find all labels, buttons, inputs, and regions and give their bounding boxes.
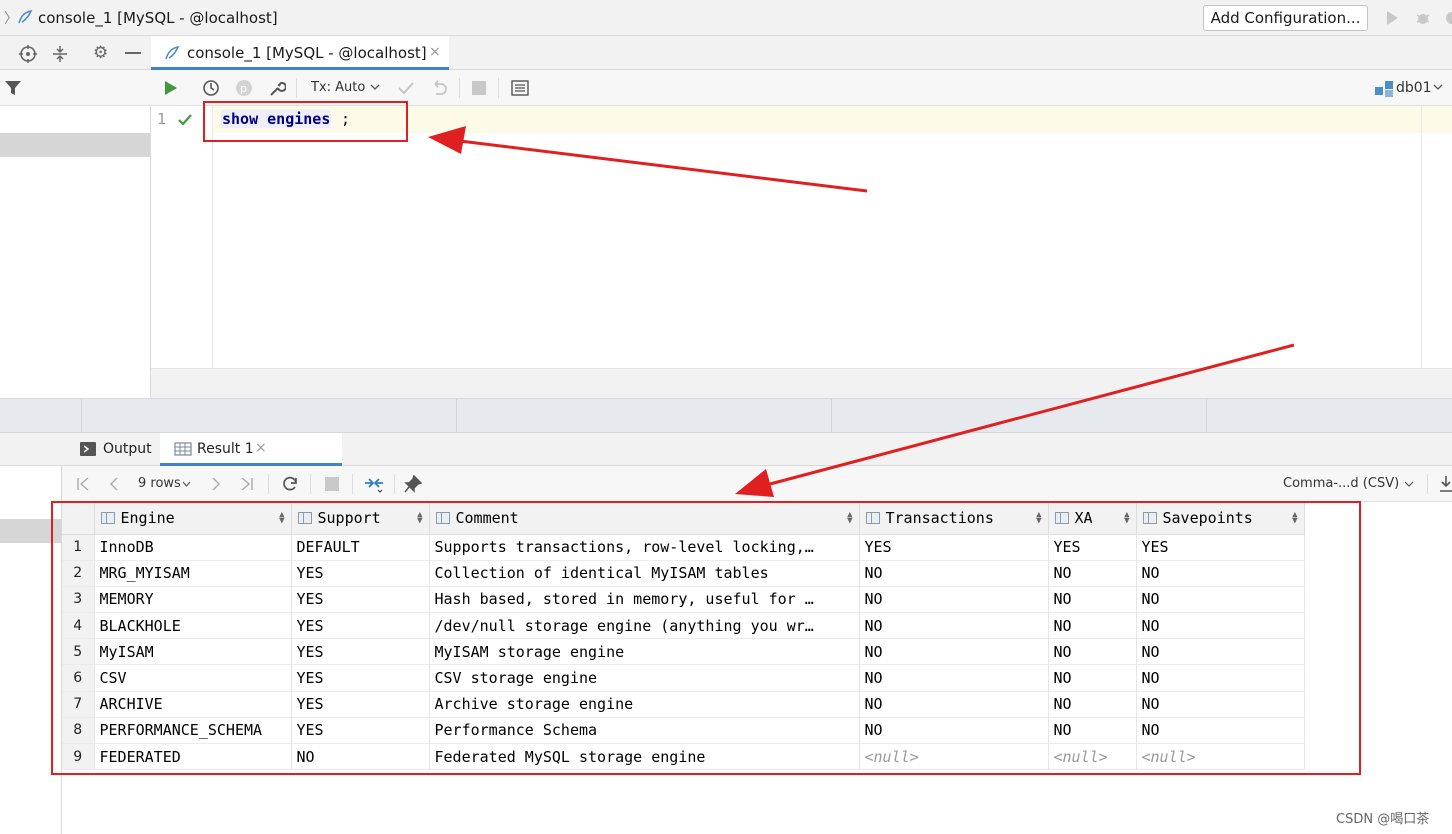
- explain-plan-icon[interactable]: p: [235, 79, 253, 97]
- line-number: 1: [157, 110, 167, 128]
- row-count[interactable]: 9 rows: [138, 476, 181, 491]
- tree-selected-row[interactable]: [0, 133, 150, 157]
- last-page-icon[interactable]: [240, 477, 254, 491]
- minimize-icon[interactable]: [125, 52, 143, 55]
- table-icon: [174, 442, 192, 456]
- gear-icon[interactable]: ⚙: [93, 43, 108, 63]
- svg-text:p: p: [240, 82, 247, 95]
- datasource-icon: [1375, 81, 1393, 97]
- compare-icon[interactable]: [363, 474, 385, 494]
- run-config-icon[interactable]: [1385, 10, 1399, 26]
- commit-icon[interactable]: [397, 80, 415, 96]
- collapse-all-icon[interactable]: [51, 44, 69, 64]
- pin-icon[interactable]: [404, 475, 422, 493]
- results-toolbar: 9 rows Comma-...d (CSV): [62, 466, 1452, 502]
- sql-editor[interactable]: show engines ;: [213, 106, 1452, 368]
- success-check-icon: [178, 114, 192, 126]
- rollback-icon[interactable]: [430, 79, 448, 97]
- export-format-dropdown[interactable]: Comma-...d (CSV): [1283, 476, 1399, 491]
- stop-icon[interactable]: [472, 81, 486, 95]
- tab-label: console_1 [MySQL - @localhost]: [187, 44, 427, 62]
- refresh-icon[interactable]: [281, 475, 299, 493]
- close-tab-icon[interactable]: ×: [255, 440, 267, 456]
- more-run-icon[interactable]: [1444, 9, 1452, 27]
- debug-icon[interactable]: [1414, 9, 1432, 27]
- cancel-query-icon[interactable]: [325, 477, 339, 491]
- chevron-down-icon: [1404, 481, 1414, 487]
- previous-page-icon[interactable]: [108, 477, 120, 491]
- close-tab-icon[interactable]: ×: [429, 44, 441, 60]
- wrench-icon[interactable]: [268, 79, 286, 97]
- editor-tab-bar: ⚙ console_1 [MySQL - @localhost] ×: [0, 36, 1452, 70]
- mysql-console-icon: [18, 9, 33, 24]
- annotation-box-query: [203, 101, 408, 142]
- database-tree-panel[interactable]: [0, 106, 151, 398]
- panel-splitter[interactable]: [0, 398, 1452, 433]
- tab-console-1[interactable]: console_1 [MySQL - @localhost] ×: [151, 36, 449, 70]
- editor-scrollbar-area[interactable]: [151, 368, 1452, 398]
- output-console-icon: [80, 442, 96, 456]
- annotation-box-results: [51, 501, 1361, 775]
- tab-result-1[interactable]: Result 1 ×: [160, 433, 342, 466]
- editor-gutter: 1: [151, 106, 213, 368]
- first-page-icon[interactable]: [76, 477, 90, 491]
- history-icon[interactable]: [202, 79, 220, 97]
- add-configuration-button[interactable]: Add Configuration...: [1203, 5, 1368, 31]
- datasource-selector[interactable]: db01: [1396, 80, 1432, 96]
- window-title: console_1 [MySQL - @localhost]: [38, 9, 278, 27]
- crosshair-icon[interactable]: [18, 44, 38, 64]
- chevron-down-icon: [1433, 84, 1443, 90]
- title-bar: 〉 console_1 [MySQL - @localhost] Add Con…: [0, 0, 1452, 36]
- execute-icon[interactable]: [164, 80, 178, 96]
- tab-output[interactable]: Output: [103, 441, 152, 457]
- mysql-console-icon: [165, 45, 180, 60]
- results-tab-bar: Output Result 1 ×: [62, 433, 1452, 466]
- filter-icon[interactable]: [4, 80, 22, 96]
- transaction-mode-dropdown[interactable]: Tx: Auto: [311, 80, 365, 95]
- next-page-icon[interactable]: [210, 477, 222, 491]
- watermark: CSDN @喝口茶: [1336, 812, 1430, 827]
- chevron-down-icon: [182, 481, 191, 487]
- chevron-down-icon: [370, 84, 380, 90]
- tab-label: Result 1: [197, 441, 254, 457]
- output-layout-icon[interactable]: [511, 80, 529, 96]
- download-icon[interactable]: [1439, 475, 1452, 493]
